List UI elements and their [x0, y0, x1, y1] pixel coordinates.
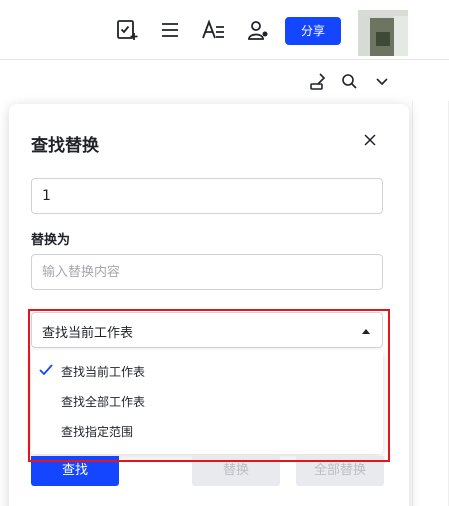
- replace-input[interactable]: [31, 254, 383, 290]
- task-add-icon[interactable]: [115, 18, 139, 42]
- text-format-icon[interactable]: [201, 18, 225, 42]
- list-icon[interactable]: [158, 18, 182, 42]
- top-toolbar: 分享: [0, 0, 449, 60]
- close-icon[interactable]: [362, 132, 378, 148]
- share-button[interactable]: 分享: [285, 17, 341, 45]
- panel-title: 查找替换: [31, 136, 99, 156]
- search-icon[interactable]: [339, 71, 359, 91]
- highlight-box: [28, 309, 390, 462]
- find-input[interactable]: [31, 178, 383, 214]
- chevron-down-icon[interactable]: [372, 71, 392, 91]
- secondary-toolbar: [0, 61, 449, 101]
- replace-label: 替换为: [31, 233, 71, 248]
- collaborators-icon[interactable]: [246, 18, 270, 42]
- avatar[interactable]: [358, 10, 408, 56]
- brush-icon[interactable]: [308, 71, 328, 91]
